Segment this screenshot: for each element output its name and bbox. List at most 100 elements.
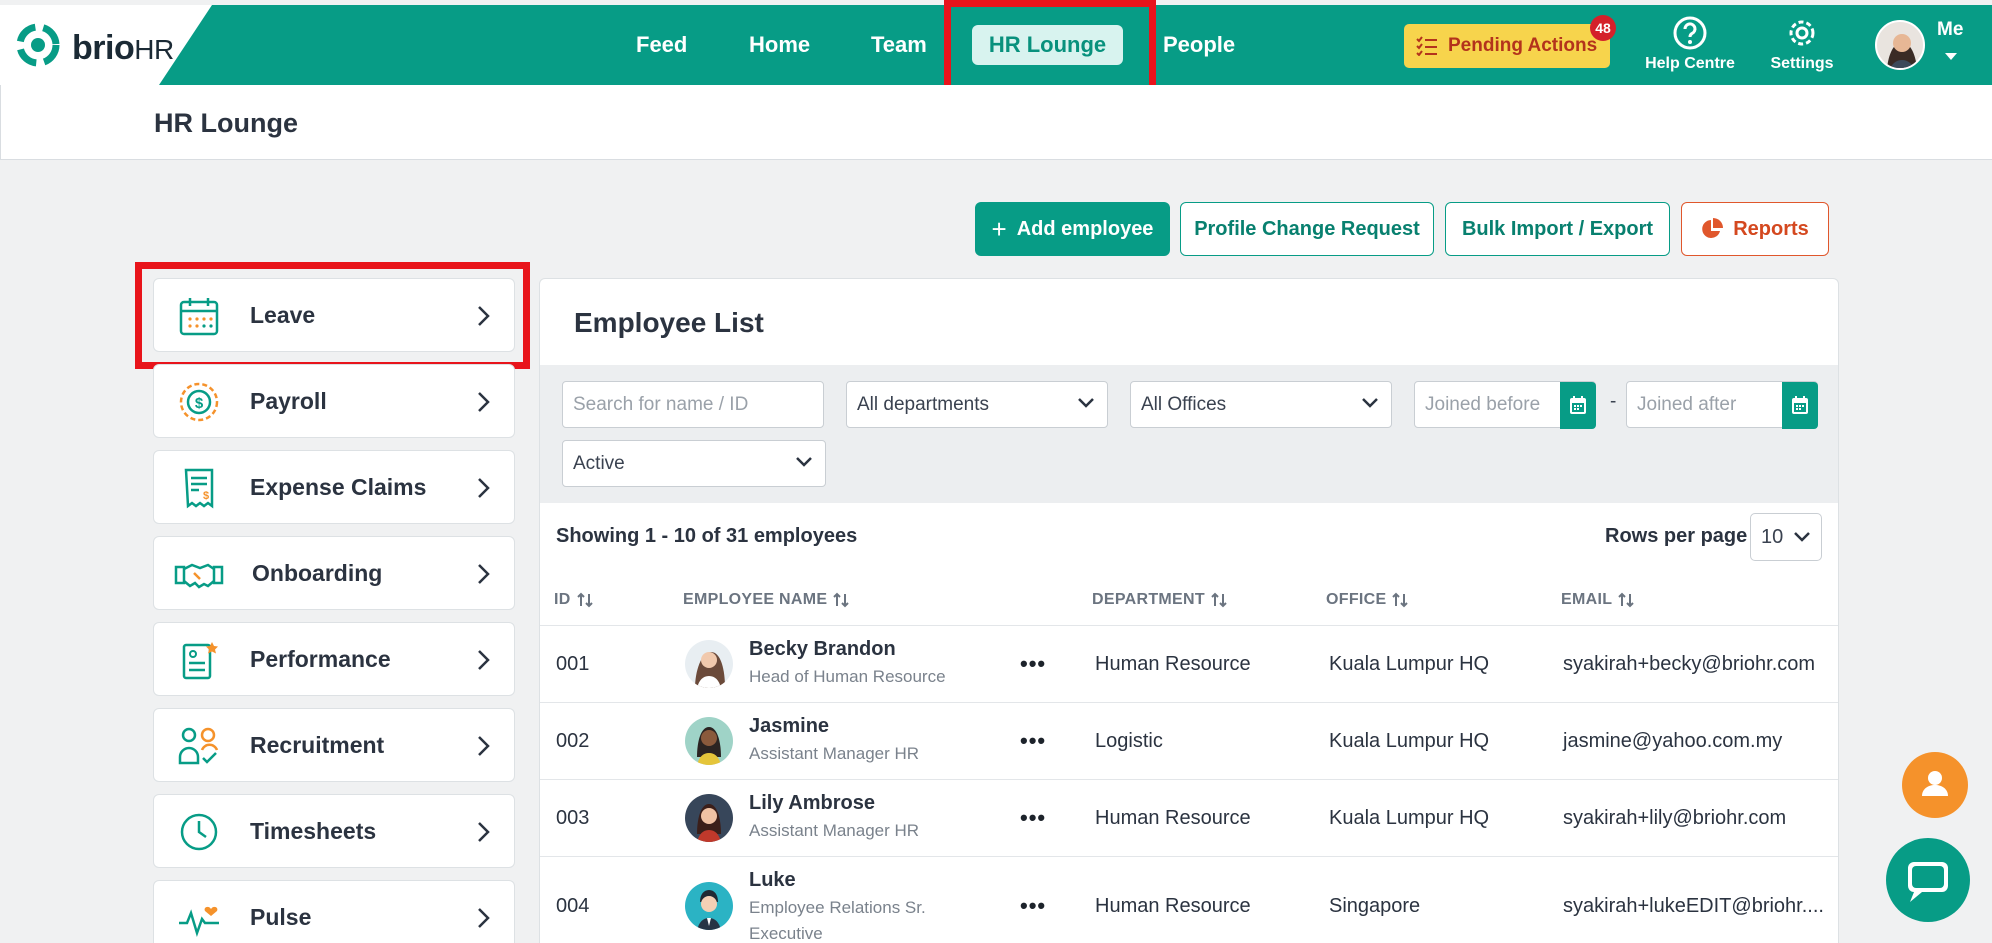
menu-item-timesheets[interactable]: Timesheets [153,794,515,868]
bulk-import-export-button[interactable]: Bulk Import / Export [1445,202,1670,256]
menu-item-expense-claims[interactable]: $ Expense Claims [153,450,515,524]
employee-job-title: Employee Relations Sr. Executive [749,898,926,943]
menu-label-onboarding: Onboarding [252,560,383,586]
employee-email: jasmine@yahoo.com.my [1563,730,1783,752]
employee-avatar[interactable] [685,882,733,930]
performance-clipboard-icon [182,642,218,680]
joined-before-input[interactable]: Joined before [1414,381,1596,429]
calendar-icon [1570,396,1586,414]
brand-logo[interactable]: brioHR [0,5,212,85]
employee-office: Kuala Lumpur HQ [1329,730,1490,752]
employee-name[interactable]: Jasmine [749,715,829,738]
menu-item-performance[interactable]: Performance [153,622,515,696]
nav-people[interactable]: People [1163,25,1235,65]
help-centre-label: Help Centre [1645,55,1735,72]
employee-department: Human Resource [1095,895,1251,917]
rows-per-page-label: Rows per page [1605,525,1748,547]
employee-list-card: Employee List Search for name / ID All d… [539,278,1839,943]
table-row[interactable]: 002 Jasmine Assistant Manager HR ••• Log… [540,702,1838,779]
checklist-icon [1416,36,1437,56]
joined-after-calendar-button[interactable] [1782,382,1818,429]
page-header: HR Lounge [0,85,1992,160]
chevron-down-icon[interactable] [1945,53,1957,60]
joined-before-calendar-button[interactable] [1560,382,1596,429]
user-avatar-icon [1887,34,1917,68]
sort-icon [833,592,850,608]
office-select-value: All Offices [1141,394,1227,415]
employee-id: 002 [556,730,590,752]
employee-name[interactable]: Luke [749,869,796,892]
menu-label-expense-claims: Expense Claims [250,474,427,500]
nav-hr-lounge[interactable]: HR Lounge [972,25,1123,65]
menu-item-payroll[interactable]: $ Payroll [153,364,515,438]
office-select[interactable]: All Offices [1130,381,1392,428]
settings-button[interactable]: Settings [1762,15,1842,73]
status-select-value: Active [573,453,625,474]
employee-email: syakirah+becky@briohr.com [1563,653,1816,675]
date-range-separator: - [1610,391,1617,412]
table-row[interactable]: 003 Lily Ambrose Assistant Manager HR ••… [540,779,1838,856]
chevron-down-icon [1362,398,1378,408]
chevron-right-icon [478,478,490,498]
menu-label-timesheets: Timesheets [250,818,377,844]
pending-actions-button[interactable]: Pending Actions [1404,24,1610,68]
column-header-department[interactable]: DEPARTMENT [1092,591,1227,609]
profile-fab-button[interactable] [1902,752,1968,818]
svg-text:$: $ [195,395,204,412]
add-employee-label: Add employee [1016,217,1154,240]
menu-item-leave[interactable]: Leave [153,278,515,352]
more-options-icon[interactable]: ••• [1020,893,1046,919]
menu-item-pulse[interactable]: Pulse [153,880,515,943]
plus-icon: + [991,213,1007,244]
table-row[interactable]: 004 Luke Employee Relations Sr. Executiv… [540,856,1838,943]
employee-office: Kuala Lumpur HQ [1329,653,1490,675]
profile-change-request-button[interactable]: Profile Change Request [1180,202,1434,256]
employee-avatar[interactable] [685,717,733,765]
rows-per-page-select[interactable]: 10 [1750,513,1822,561]
help-centre-button[interactable]: Help Centre [1640,15,1740,73]
menu-label-recruitment: Recruitment [250,732,385,758]
column-header-employee-name[interactable]: EMPLOYEE NAME [683,591,850,609]
employee-photo-icon [695,652,725,688]
sort-icon [576,592,593,608]
chevron-down-icon [796,457,812,467]
department-select-value: All departments [857,394,990,415]
page-title: HR Lounge [154,108,298,138]
results-count: Showing 1 - 10 of 31 employees [556,525,858,547]
employee-name[interactable]: Lily Ambrose [749,792,875,815]
column-header-id[interactable]: ID [554,591,593,609]
column-header-office[interactable]: OFFICE [1326,591,1409,609]
column-header-email[interactable]: EMAIL [1561,591,1634,609]
svg-text:$: $ [203,490,209,502]
status-select[interactable]: Active [562,440,826,487]
employee-avatar[interactable] [685,640,733,688]
department-select[interactable]: All departments [846,381,1108,428]
clock-icon [180,813,218,851]
joined-before-placeholder: Joined before [1425,394,1541,415]
search-input[interactable]: Search for name / ID [562,381,824,428]
column-header-office-label: OFFICE [1326,591,1387,608]
handshake-icon [174,563,224,589]
user-avatar[interactable] [1875,20,1925,70]
nav-feed[interactable]: Feed [636,25,687,65]
table-row[interactable]: 001 Becky Brandon Head of Human Resource… [540,625,1838,702]
employee-name[interactable]: Becky Brandon [749,638,896,661]
menu-item-onboarding[interactable]: Onboarding [153,536,515,610]
chat-fab-button[interactable] [1886,838,1970,922]
me-label[interactable]: Me [1937,19,1963,41]
employee-avatar[interactable] [685,794,733,842]
add-employee-button[interactable]: + Add employee [975,202,1170,256]
menu-item-recruitment[interactable]: Recruitment [153,708,515,782]
recruitment-people-icon [178,727,219,765]
more-options-icon[interactable]: ••• [1020,651,1046,677]
employee-photo-icon [697,727,721,765]
more-options-icon[interactable]: ••• [1020,805,1046,831]
chevron-right-icon [478,392,490,412]
nav-home[interactable]: Home [749,25,810,65]
employee-photo-icon [697,804,721,842]
reports-button[interactable]: Reports [1681,202,1829,256]
joined-after-placeholder: Joined after [1637,394,1737,415]
nav-team[interactable]: Team [871,25,927,65]
joined-after-input[interactable]: Joined after [1626,381,1818,429]
more-options-icon[interactable]: ••• [1020,728,1046,754]
